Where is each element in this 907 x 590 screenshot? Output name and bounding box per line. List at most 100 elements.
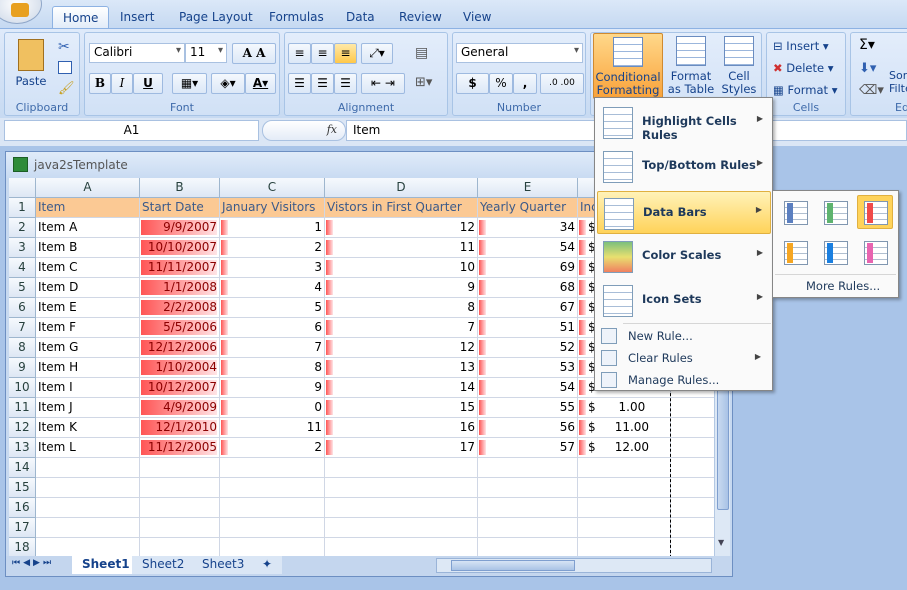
table-cell[interactable] [578,458,671,478]
copy-icon[interactable] [58,61,72,74]
table-cell[interactable]: Item D [36,278,140,298]
row-header[interactable]: 3 [9,238,36,258]
table-cell[interactable]: 55 [478,398,578,418]
fill-color-button[interactable]: ◈▾ [211,73,245,94]
table-cell[interactable]: 12 [325,338,478,358]
table-cell[interactable] [671,478,714,498]
table-cell[interactable] [578,518,671,538]
table-cell[interactable] [140,458,220,478]
tab-insert[interactable]: Insert [110,6,164,30]
tab-review[interactable]: Review [389,6,452,30]
column-header-d[interactable]: D [325,178,478,198]
fill-icon[interactable]: ⬇▾ [859,61,876,76]
italic-button[interactable]: I [111,73,133,94]
decimal-buttons[interactable]: .0 .00 [540,73,584,94]
table-cell[interactable] [671,498,714,518]
table-cell[interactable]: 11 [220,418,325,438]
table-cell[interactable]: 17 [325,438,478,458]
table-cell[interactable] [140,478,220,498]
table-cell[interactable] [220,518,325,538]
table-cell[interactable]: 53 [478,358,578,378]
font-size-select[interactable]: 11 [185,43,227,63]
row-header[interactable]: 4 [9,258,36,278]
table-cell[interactable] [671,458,714,478]
table-cell[interactable]: Item K [36,418,140,438]
table-cell[interactable]: 67 [478,298,578,318]
table-cell[interactable] [325,538,478,556]
menu-item-icon-sets[interactable]: Icon Sets ▶ [597,279,771,323]
table-cell[interactable]: 10/12/2007 [140,378,220,398]
table-cell[interactable]: 11/11/2007 [140,258,220,278]
grow-shrink-font-button[interactable]: A A [232,43,276,64]
row-header[interactable]: 11 [9,398,36,418]
table-cell[interactable] [325,498,478,518]
bold-button[interactable]: B [89,73,111,94]
merge-center-icon[interactable]: ⊞▾ [415,75,432,90]
header-cell[interactable]: Yearly Quarter [478,198,578,218]
column-header-a[interactable]: A [36,178,140,198]
row-header[interactable]: 16 [9,498,36,518]
row-header[interactable]: 7 [9,318,36,338]
sort-filter-button[interactable]: Sort Filte [889,69,907,95]
table-cell[interactable]: $ 12.00 [578,438,671,458]
table-cell[interactable] [36,498,140,518]
table-cell[interactable] [578,538,671,556]
currency-button[interactable]: $ [456,73,489,94]
row-header[interactable]: 18 [9,538,36,556]
table-cell[interactable]: 54 [478,238,578,258]
table-cell[interactable]: 10 [325,258,478,278]
menu-item-top-bottom-rules[interactable]: Top/Bottom Rules ▶ [597,145,771,189]
table-cell[interactable]: 68 [478,278,578,298]
insert-sheet-icon[interactable]: ✦ [252,556,283,574]
data-bar-style-option[interactable] [857,235,893,269]
indent-buttons[interactable]: ⇤ ⇥ [361,73,405,94]
table-cell[interactable]: 8 [325,298,478,318]
table-cell[interactable]: 2/2/2008 [140,298,220,318]
table-cell[interactable]: 54 [478,378,578,398]
font-name-select[interactable]: Calibri [89,43,185,63]
table-cell[interactable]: 10/10/2007 [140,238,220,258]
tab-data[interactable]: Data [336,6,385,30]
table-cell[interactable]: 2 [220,238,325,258]
menu-item-color-scales[interactable]: Color Scales ▶ [597,235,771,279]
column-header-c[interactable]: C [220,178,325,198]
table-cell[interactable] [478,518,578,538]
name-box[interactable]: A1 [4,120,259,141]
table-cell[interactable] [140,498,220,518]
table-cell[interactable]: $ 11.00 [578,418,671,438]
table-cell[interactable]: Item E [36,298,140,318]
format-cells-button[interactable]: ▦ Format ▾ [773,83,838,97]
row-header[interactable]: 8 [9,338,36,358]
table-cell[interactable]: 15 [325,398,478,418]
row-header[interactable]: 14 [9,458,36,478]
table-cell[interactable]: 1/1/2008 [140,278,220,298]
table-cell[interactable]: 7 [220,338,325,358]
align-top-button[interactable]: ≡ [288,43,311,64]
table-cell[interactable]: 5/5/2006 [140,318,220,338]
header-cell[interactable]: Start Date [140,198,220,218]
tab-formulas[interactable]: Formulas [259,6,334,30]
table-cell[interactable]: 7 [325,318,478,338]
row-header[interactable]: 17 [9,518,36,538]
table-cell[interactable]: 16 [325,418,478,438]
comma-button[interactable]: , [513,73,537,94]
menu-item-data-bars[interactable]: Data Bars ▶ [597,191,771,234]
row-header[interactable]: 13 [9,438,36,458]
table-cell[interactable]: 69 [478,258,578,278]
table-cell[interactable]: 6 [220,318,325,338]
table-cell[interactable]: 2 [220,438,325,458]
font-color-button[interactable]: A▾ [245,73,276,94]
cut-icon[interactable]: ✂ [58,39,70,55]
table-cell[interactable]: 12/1/2010 [140,418,220,438]
column-header-b[interactable]: B [140,178,220,198]
table-cell[interactable]: 3 [220,258,325,278]
conditional-formatting-button[interactable]: Conditional Formatting [593,33,663,99]
row-header[interactable]: 2 [9,218,36,238]
table-cell[interactable] [671,438,714,458]
tab-view[interactable]: View [453,6,501,30]
table-cell[interactable] [478,478,578,498]
table-cell[interactable]: Item F [36,318,140,338]
table-cell[interactable] [140,538,220,556]
table-cell[interactable]: Item A [36,218,140,238]
autosum-icon[interactable]: Σ▾ [859,37,875,53]
